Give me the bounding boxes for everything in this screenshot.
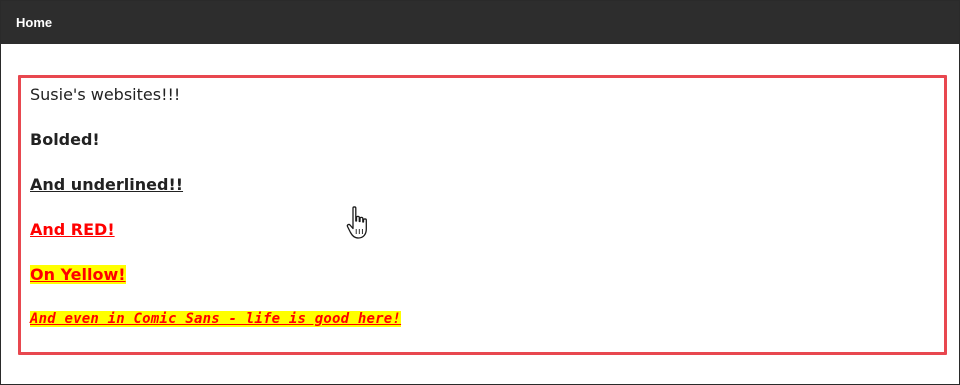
yellow-highlight-text: On Yellow! [30, 265, 126, 284]
top-navbar: Home [1, 1, 959, 44]
bold-text: Bolded! [30, 130, 100, 149]
hand-pointer-cursor-icon [346, 206, 367, 239]
content-box: Susie's websites!!! Bolded! And underlin… [18, 75, 947, 355]
red-text: And RED! [30, 220, 115, 239]
site-title-text: Susie's websites!!! [30, 85, 181, 104]
nav-home-link[interactable]: Home [16, 15, 52, 30]
underlined-text: And underlined!! [30, 175, 184, 194]
browser-frame: Home Susie's websites!!! Bolded! And und… [0, 0, 960, 385]
comic-sans-text: And even in Comic Sans - life is good he… [30, 311, 402, 327]
